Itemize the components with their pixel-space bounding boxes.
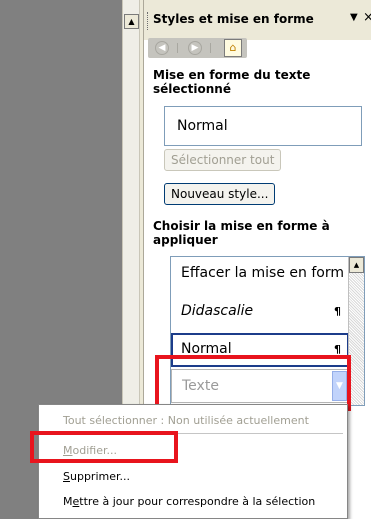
list-item-didascalie[interactable]: Didascalie ¶ xyxy=(171,295,349,329)
nav-divider xyxy=(210,43,211,53)
apply-format-heading: Choisir la mise en forme à appliquer xyxy=(153,219,330,247)
scroll-up-icon[interactable]: ▲ xyxy=(124,14,139,29)
menu-text: M xyxy=(63,495,73,508)
nav-divider xyxy=(177,43,178,53)
list-item-label: Effacer la mise en form xyxy=(181,265,344,281)
pane-title: Styles et mise en forme xyxy=(153,12,314,26)
highlight-modify-box xyxy=(30,431,178,463)
menu-item-update[interactable]: Mettre à jour pour correspondre à la sél… xyxy=(63,495,315,508)
grip-handle-icon[interactable] xyxy=(147,12,150,30)
scroll-up-icon[interactable]: ▲ xyxy=(349,257,364,273)
paragraph-mark-icon: ¶ xyxy=(334,305,341,318)
select-all-button[interactable]: Sélectionner tout xyxy=(164,149,282,171)
dropdown-arrow-icon[interactable]: ▼ xyxy=(350,12,358,23)
menu-accel: S xyxy=(63,470,70,483)
pane-nav-bar: ◀ ▶ ⌂ xyxy=(148,38,247,58)
new-style-button[interactable]: Nouveau style... xyxy=(164,183,276,205)
home-icon[interactable]: ⌂ xyxy=(224,39,242,57)
pane-header: Styles et mise en forme ▼ × ◀ ▶ ⌂ xyxy=(144,0,371,58)
list-item-clear-format[interactable]: Effacer la mise en form xyxy=(171,257,349,291)
back-icon[interactable]: ◀ xyxy=(155,41,169,55)
forward-icon[interactable]: ▶ xyxy=(188,41,202,55)
close-icon[interactable]: × xyxy=(363,10,371,25)
current-style-box[interactable]: Normal xyxy=(164,106,362,146)
current-style-name: Normal xyxy=(177,118,228,134)
menu-text: ttre à jour pour correspondre à la sélec… xyxy=(79,495,316,508)
format-selected-heading: Mise en forme du texte sélectionné xyxy=(153,68,311,96)
highlight-texte-box xyxy=(155,355,351,411)
menu-item-delete[interactable]: Supprimer... xyxy=(63,470,130,483)
menu-item-select-all[interactable]: Tout sélectionner : Non utilisée actuell… xyxy=(63,414,309,427)
menu-text: upprimer... xyxy=(69,470,130,483)
list-item-label: Didascalie xyxy=(181,303,254,319)
